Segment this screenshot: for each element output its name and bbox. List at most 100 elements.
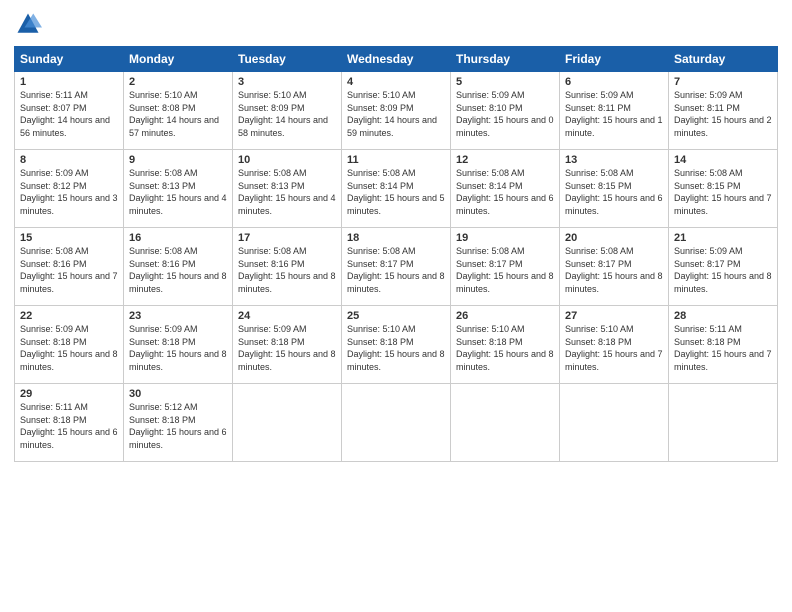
sunrise-label: Sunrise: 5:12 AM xyxy=(129,402,198,412)
day-number: 14 xyxy=(674,154,772,166)
day-header-thursday: Thursday xyxy=(451,47,560,72)
day-info: Sunrise: 5:09 AM Sunset: 8:18 PM Dayligh… xyxy=(20,323,118,373)
sunrise-label: Sunrise: 5:10 AM xyxy=(347,90,416,100)
day-info: Sunrise: 5:09 AM Sunset: 8:11 PM Dayligh… xyxy=(565,89,663,139)
sunrise-label: Sunrise: 5:08 AM xyxy=(129,168,198,178)
daylight-label: Daylight: 15 hours and 5 minutes. xyxy=(347,193,445,216)
sunrise-label: Sunrise: 5:08 AM xyxy=(238,168,307,178)
sunset-label: Sunset: 8:11 PM xyxy=(674,103,740,113)
day-number: 3 xyxy=(238,76,336,88)
day-info: Sunrise: 5:08 AM Sunset: 8:16 PM Dayligh… xyxy=(129,245,227,295)
day-number: 5 xyxy=(456,76,554,88)
calendar-cell xyxy=(451,384,560,462)
day-number: 6 xyxy=(565,76,663,88)
calendar-cell xyxy=(342,384,451,462)
calendar-cell: 9 Sunrise: 5:08 AM Sunset: 8:13 PM Dayli… xyxy=(124,150,233,228)
sunrise-label: Sunrise: 5:09 AM xyxy=(674,90,743,100)
daylight-label: Daylight: 15 hours and 6 minutes. xyxy=(20,427,118,450)
day-header-monday: Monday xyxy=(124,47,233,72)
day-number: 9 xyxy=(129,154,227,166)
sunset-label: Sunset: 8:17 PM xyxy=(347,259,414,269)
sunset-label: Sunset: 8:18 PM xyxy=(347,337,414,347)
sunrise-label: Sunrise: 5:08 AM xyxy=(20,246,89,256)
day-number: 8 xyxy=(20,154,118,166)
day-info: Sunrise: 5:08 AM Sunset: 8:17 PM Dayligh… xyxy=(347,245,445,295)
day-header-friday: Friday xyxy=(560,47,669,72)
day-number: 26 xyxy=(456,310,554,322)
sunrise-label: Sunrise: 5:08 AM xyxy=(565,168,634,178)
sunset-label: Sunset: 8:15 PM xyxy=(565,181,632,191)
day-info: Sunrise: 5:08 AM Sunset: 8:14 PM Dayligh… xyxy=(456,167,554,217)
daylight-label: Daylight: 15 hours and 8 minutes. xyxy=(129,349,227,372)
daylight-label: Daylight: 15 hours and 1 minute. xyxy=(565,115,663,138)
daylight-label: Daylight: 15 hours and 8 minutes. xyxy=(456,271,554,294)
calendar-table: SundayMondayTuesdayWednesdayThursdayFrid… xyxy=(14,46,778,462)
sunset-label: Sunset: 8:10 PM xyxy=(456,103,523,113)
daylight-label: Daylight: 15 hours and 7 minutes. xyxy=(20,271,118,294)
daylight-label: Daylight: 15 hours and 0 minutes. xyxy=(456,115,554,138)
sunset-label: Sunset: 8:14 PM xyxy=(347,181,414,191)
daylight-label: Daylight: 15 hours and 3 minutes. xyxy=(20,193,118,216)
day-number: 27 xyxy=(565,310,663,322)
calendar-cell: 14 Sunrise: 5:08 AM Sunset: 8:15 PM Dayl… xyxy=(669,150,778,228)
day-number: 24 xyxy=(238,310,336,322)
calendar-week-3: 15 Sunrise: 5:08 AM Sunset: 8:16 PM Dayl… xyxy=(15,228,778,306)
day-info: Sunrise: 5:09 AM Sunset: 8:17 PM Dayligh… xyxy=(674,245,772,295)
sunrise-label: Sunrise: 5:10 AM xyxy=(129,90,198,100)
daylight-label: Daylight: 15 hours and 8 minutes. xyxy=(347,349,445,372)
daylight-label: Daylight: 15 hours and 6 minutes. xyxy=(129,427,227,450)
sunset-label: Sunset: 8:18 PM xyxy=(565,337,632,347)
daylight-label: Daylight: 15 hours and 6 minutes. xyxy=(565,193,663,216)
sunset-label: Sunset: 8:11 PM xyxy=(565,103,631,113)
daylight-label: Daylight: 15 hours and 8 minutes. xyxy=(674,271,772,294)
sunrise-label: Sunrise: 5:10 AM xyxy=(565,324,634,334)
sunset-label: Sunset: 8:12 PM xyxy=(20,181,87,191)
day-number: 15 xyxy=(20,232,118,244)
day-info: Sunrise: 5:08 AM Sunset: 8:13 PM Dayligh… xyxy=(129,167,227,217)
day-number: 7 xyxy=(674,76,772,88)
day-number: 22 xyxy=(20,310,118,322)
sunset-label: Sunset: 8:17 PM xyxy=(565,259,632,269)
day-info: Sunrise: 5:11 AM Sunset: 8:07 PM Dayligh… xyxy=(20,89,118,139)
calendar-cell: 15 Sunrise: 5:08 AM Sunset: 8:16 PM Dayl… xyxy=(15,228,124,306)
calendar-cell xyxy=(560,384,669,462)
day-info: Sunrise: 5:08 AM Sunset: 8:17 PM Dayligh… xyxy=(456,245,554,295)
calendar-cell: 11 Sunrise: 5:08 AM Sunset: 8:14 PM Dayl… xyxy=(342,150,451,228)
header xyxy=(14,10,778,38)
day-number: 16 xyxy=(129,232,227,244)
daylight-label: Daylight: 14 hours and 58 minutes. xyxy=(238,115,328,138)
day-info: Sunrise: 5:08 AM Sunset: 8:16 PM Dayligh… xyxy=(20,245,118,295)
day-info: Sunrise: 5:08 AM Sunset: 8:15 PM Dayligh… xyxy=(565,167,663,217)
sunset-label: Sunset: 8:17 PM xyxy=(456,259,523,269)
calendar-cell: 25 Sunrise: 5:10 AM Sunset: 8:18 PM Dayl… xyxy=(342,306,451,384)
day-number: 20 xyxy=(565,232,663,244)
sunset-label: Sunset: 8:09 PM xyxy=(238,103,305,113)
day-info: Sunrise: 5:10 AM Sunset: 8:09 PM Dayligh… xyxy=(238,89,336,139)
sunrise-label: Sunrise: 5:10 AM xyxy=(238,90,307,100)
calendar-week-4: 22 Sunrise: 5:09 AM Sunset: 8:18 PM Dayl… xyxy=(15,306,778,384)
calendar-cell: 6 Sunrise: 5:09 AM Sunset: 8:11 PM Dayli… xyxy=(560,72,669,150)
daylight-label: Daylight: 15 hours and 8 minutes. xyxy=(238,349,336,372)
day-number: 28 xyxy=(674,310,772,322)
day-info: Sunrise: 5:10 AM Sunset: 8:18 PM Dayligh… xyxy=(347,323,445,373)
daylight-label: Daylight: 15 hours and 8 minutes. xyxy=(456,349,554,372)
sunrise-label: Sunrise: 5:08 AM xyxy=(347,246,416,256)
day-info: Sunrise: 5:08 AM Sunset: 8:14 PM Dayligh… xyxy=(347,167,445,217)
page: SundayMondayTuesdayWednesdayThursdayFrid… xyxy=(0,0,792,612)
day-number: 18 xyxy=(347,232,445,244)
daylight-label: Daylight: 14 hours and 56 minutes. xyxy=(20,115,110,138)
calendar-cell: 30 Sunrise: 5:12 AM Sunset: 8:18 PM Dayl… xyxy=(124,384,233,462)
calendar-cell: 20 Sunrise: 5:08 AM Sunset: 8:17 PM Dayl… xyxy=(560,228,669,306)
calendar-cell: 10 Sunrise: 5:08 AM Sunset: 8:13 PM Dayl… xyxy=(233,150,342,228)
sunrise-label: Sunrise: 5:08 AM xyxy=(565,246,634,256)
calendar-week-1: 1 Sunrise: 5:11 AM Sunset: 8:07 PM Dayli… xyxy=(15,72,778,150)
daylight-label: Daylight: 15 hours and 8 minutes. xyxy=(347,271,445,294)
calendar-week-5: 29 Sunrise: 5:11 AM Sunset: 8:18 PM Dayl… xyxy=(15,384,778,462)
sunset-label: Sunset: 8:16 PM xyxy=(20,259,87,269)
sunset-label: Sunset: 8:18 PM xyxy=(238,337,305,347)
day-info: Sunrise: 5:08 AM Sunset: 8:15 PM Dayligh… xyxy=(674,167,772,217)
day-info: Sunrise: 5:11 AM Sunset: 8:18 PM Dayligh… xyxy=(674,323,772,373)
daylight-label: Daylight: 15 hours and 4 minutes. xyxy=(129,193,227,216)
calendar-cell: 23 Sunrise: 5:09 AM Sunset: 8:18 PM Dayl… xyxy=(124,306,233,384)
day-info: Sunrise: 5:09 AM Sunset: 8:10 PM Dayligh… xyxy=(456,89,554,139)
